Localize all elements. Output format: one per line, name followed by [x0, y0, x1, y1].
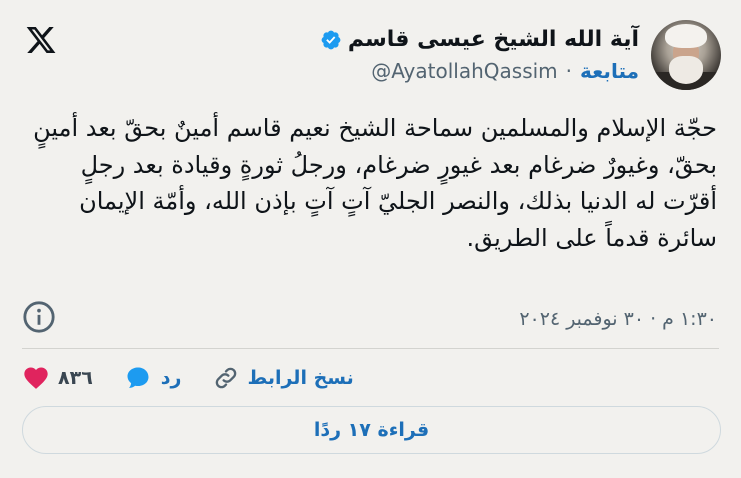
follow-link[interactable]: متابعة: [580, 58, 639, 84]
author-name[interactable]: آية الله الشيخ عيسى قاسم: [348, 26, 639, 54]
author-handle[interactable]: @AyatollahQassim: [371, 58, 557, 84]
reply-label: رد: [160, 367, 182, 389]
x-logo-icon[interactable]: [24, 24, 58, 56]
tweet-card: آية الله الشيخ عيسى قاسم متابعة · @Ayato…: [0, 0, 741, 478]
copy-link-button[interactable]: نسخ الرابط: [212, 364, 354, 392]
handle-row: متابعة · @AyatollahQassim: [320, 58, 639, 84]
avatar[interactable]: [651, 20, 721, 90]
author-name-row[interactable]: آية الله الشيخ عيسى قاسم: [320, 26, 639, 54]
tweet-timestamp[interactable]: ١:٣٠ م · ٣٠ نوفمبر ٢٠٢٤: [519, 306, 717, 332]
like-button[interactable]: ٨٣٦: [22, 364, 93, 392]
likes-count: ٨٣٦: [58, 367, 93, 389]
reply-bubble-icon: [127, 367, 149, 388]
reply-button[interactable]: رد: [123, 364, 182, 392]
copy-link-label: نسخ الرابط: [247, 367, 354, 389]
tweet-header: آية الله الشيخ عيسى قاسم متابعة · @Ayato…: [320, 20, 721, 90]
action-bar: ٨٣٦ رد نسخ الرابط: [22, 360, 354, 396]
tweet-text: حجّة الإسلام والمسلمين سماحة الشيخ نعيم …: [33, 114, 717, 252]
verified-badge-icon: [321, 30, 341, 50]
user-meta: آية الله الشيخ عيسى قاسم متابعة · @Ayato…: [320, 20, 639, 84]
info-icon[interactable]: [22, 300, 56, 334]
divider: [22, 348, 719, 349]
link-icon: [215, 367, 236, 389]
read-replies-button[interactable]: قراءة ١٧ ردًا: [22, 406, 721, 454]
separator-dot: ·: [565, 59, 573, 83]
heart-icon: [24, 367, 48, 389]
